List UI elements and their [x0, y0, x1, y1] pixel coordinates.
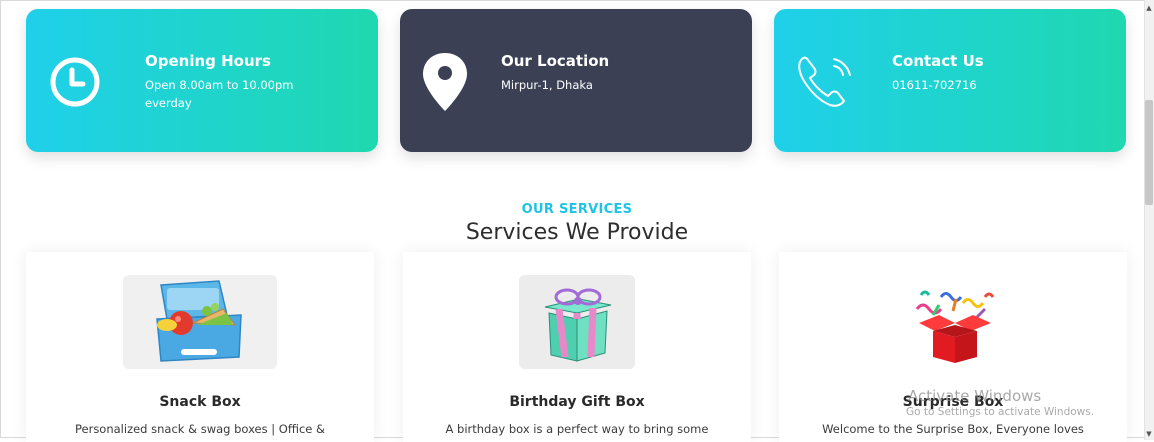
service-name: Birthday Gift Box [509, 394, 645, 410]
our-location-title: Our Location [501, 52, 610, 70]
services-kicker: OUR SERVICES [521, 202, 633, 217]
opening-hours-title: Opening Hours [145, 52, 271, 70]
scrollbar-thumb[interactable] [1145, 100, 1153, 205]
contact-us-phone[interactable]: 01611-702716 [892, 76, 977, 94]
our-location-card: Our Location Mirpur-1, Dhaka [400, 9, 752, 152]
map-pin-icon [420, 51, 470, 117]
services-title: Services We Provide [465, 220, 689, 245]
clock-icon [48, 55, 102, 113]
opening-hours-line2: everday [145, 96, 192, 110]
surprise-box-image [893, 275, 1013, 369]
opening-hours-card: Opening Hours Open 8.00am to 10.00pm eve… [26, 9, 378, 152]
service-description: Personalized snack & swag boxes | Office… [74, 422, 325, 436]
scroll-up-arrow-icon[interactable]: ▲ [1145, 4, 1153, 12]
contact-us-title: Contact Us [892, 52, 984, 70]
gift-box-image [519, 275, 635, 369]
opening-hours-line1: Open 8.00am to 10.00pm [145, 78, 294, 92]
vertical-scrollbar[interactable]: ▲ ▼ [1144, 0, 1154, 440]
service-card-birthday-gift-box[interactable]: Birthday Gift Box A birthday box is a pe… [403, 252, 751, 442]
activate-windows-subtext: Go to Settings to activate Windows. [906, 406, 1095, 418]
service-card-snack-box[interactable]: Snack Box Personalized snack & swag boxe… [26, 252, 374, 442]
lunchbox-image [123, 275, 277, 369]
activate-windows-watermark: Activate Windows [908, 387, 1042, 405]
contact-us-card: Contact Us 01611-702716 [774, 9, 1126, 152]
our-location-address: Mirpur-1, Dhaka [501, 78, 593, 92]
service-name: Snack Box [159, 394, 241, 410]
scroll-down-arrow-icon[interactable]: ▼ [1145, 430, 1153, 438]
service-description: A birthday box is a perfect way to bring… [445, 422, 709, 436]
phone-icon [794, 51, 860, 113]
service-description: Welcome to the Surprise Box, Everyone lo… [822, 422, 1084, 436]
